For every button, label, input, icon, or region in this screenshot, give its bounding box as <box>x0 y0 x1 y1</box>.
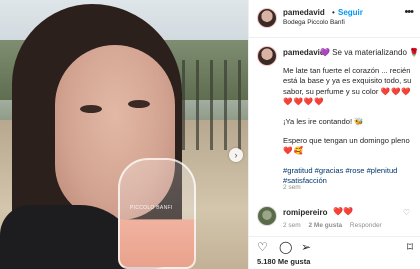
glass-engraving: PICCOLO BANFI <box>130 205 173 211</box>
caption-first-line: 💜 Se va materializando 🌹 <box>320 48 420 57</box>
comment-username[interactable]: romipereiro <box>283 208 327 217</box>
avatar[interactable] <box>257 8 277 28</box>
header-username[interactable]: pamedavid <box>283 8 325 17</box>
comment-timestamp: 2 sem <box>283 222 301 229</box>
comment-meta: 2 sem 2 Me gusta Responder <box>283 222 388 229</box>
comment-icon[interactable]: ◯ <box>279 240 292 254</box>
bookmark-icon[interactable]: ⌑ <box>407 240 413 254</box>
photo-eye <box>80 105 102 113</box>
post-header: pamedavid • Seguir Bodega Piccolo Banfi … <box>249 0 420 38</box>
likes-label: Me gusta <box>277 257 311 266</box>
caption-paragraph: Me late tan fuerte el corazón ... recién… <box>283 66 415 108</box>
reply-button[interactable]: Responder <box>350 222 382 229</box>
action-bar: ♡ ◯ ➢ ⌑ <box>249 236 420 256</box>
caption-emoji: ❤️🥰 <box>283 146 304 156</box>
commenter-avatar[interactable] <box>257 206 277 226</box>
comment-heart-icon[interactable]: ♡ <box>403 208 410 217</box>
caption-emoji: ❤️❤️❤️❤️ <box>283 97 325 107</box>
caption-avatar[interactable] <box>257 46 277 66</box>
heart-icon[interactable]: ♡ <box>257 240 268 254</box>
more-icon[interactable]: ••• <box>404 6 414 18</box>
comment-text: ❤️❤️ <box>333 207 353 216</box>
caption-timestamp: 2 sem <box>283 184 301 191</box>
post-photo[interactable]: PICCOLO BANFI › <box>0 0 248 269</box>
likes-count[interactable]: 5.180 Me gusta <box>257 257 310 266</box>
comment-likes[interactable]: 2 Me gusta <box>309 222 343 229</box>
location-link[interactable]: Bodega Piccolo Banfi <box>283 19 345 26</box>
follow-button[interactable]: Seguir <box>338 8 363 17</box>
caption-emoji: ❤️❤️❤️ <box>380 86 412 96</box>
hashtags[interactable]: #gratitud #gracias #rose #plenitud #sati… <box>283 166 415 187</box>
caption-paragraph: Espero que tengan un domingo pleno ❤️🥰 <box>283 136 415 157</box>
caption-body: Me late tan fuerte el corazón ... recién… <box>283 66 415 196</box>
likes-number: 5.180 <box>257 257 276 266</box>
wine-glass <box>118 158 196 269</box>
post-sidebar: pamedavid • Seguir Bodega Piccolo Banfi … <box>248 0 420 269</box>
share-icon[interactable]: ➢ <box>301 240 311 254</box>
caption-text: Espero que tengan un domingo pleno <box>283 136 410 146</box>
caption-username[interactable]: pamedavid <box>283 48 325 57</box>
chevron-right-icon[interactable]: › <box>229 148 243 162</box>
separator-dot: • <box>332 8 335 17</box>
caption-paragraph: ¡Ya les ire contando! 🐝 <box>283 116 364 126</box>
photo-eye <box>128 100 150 108</box>
